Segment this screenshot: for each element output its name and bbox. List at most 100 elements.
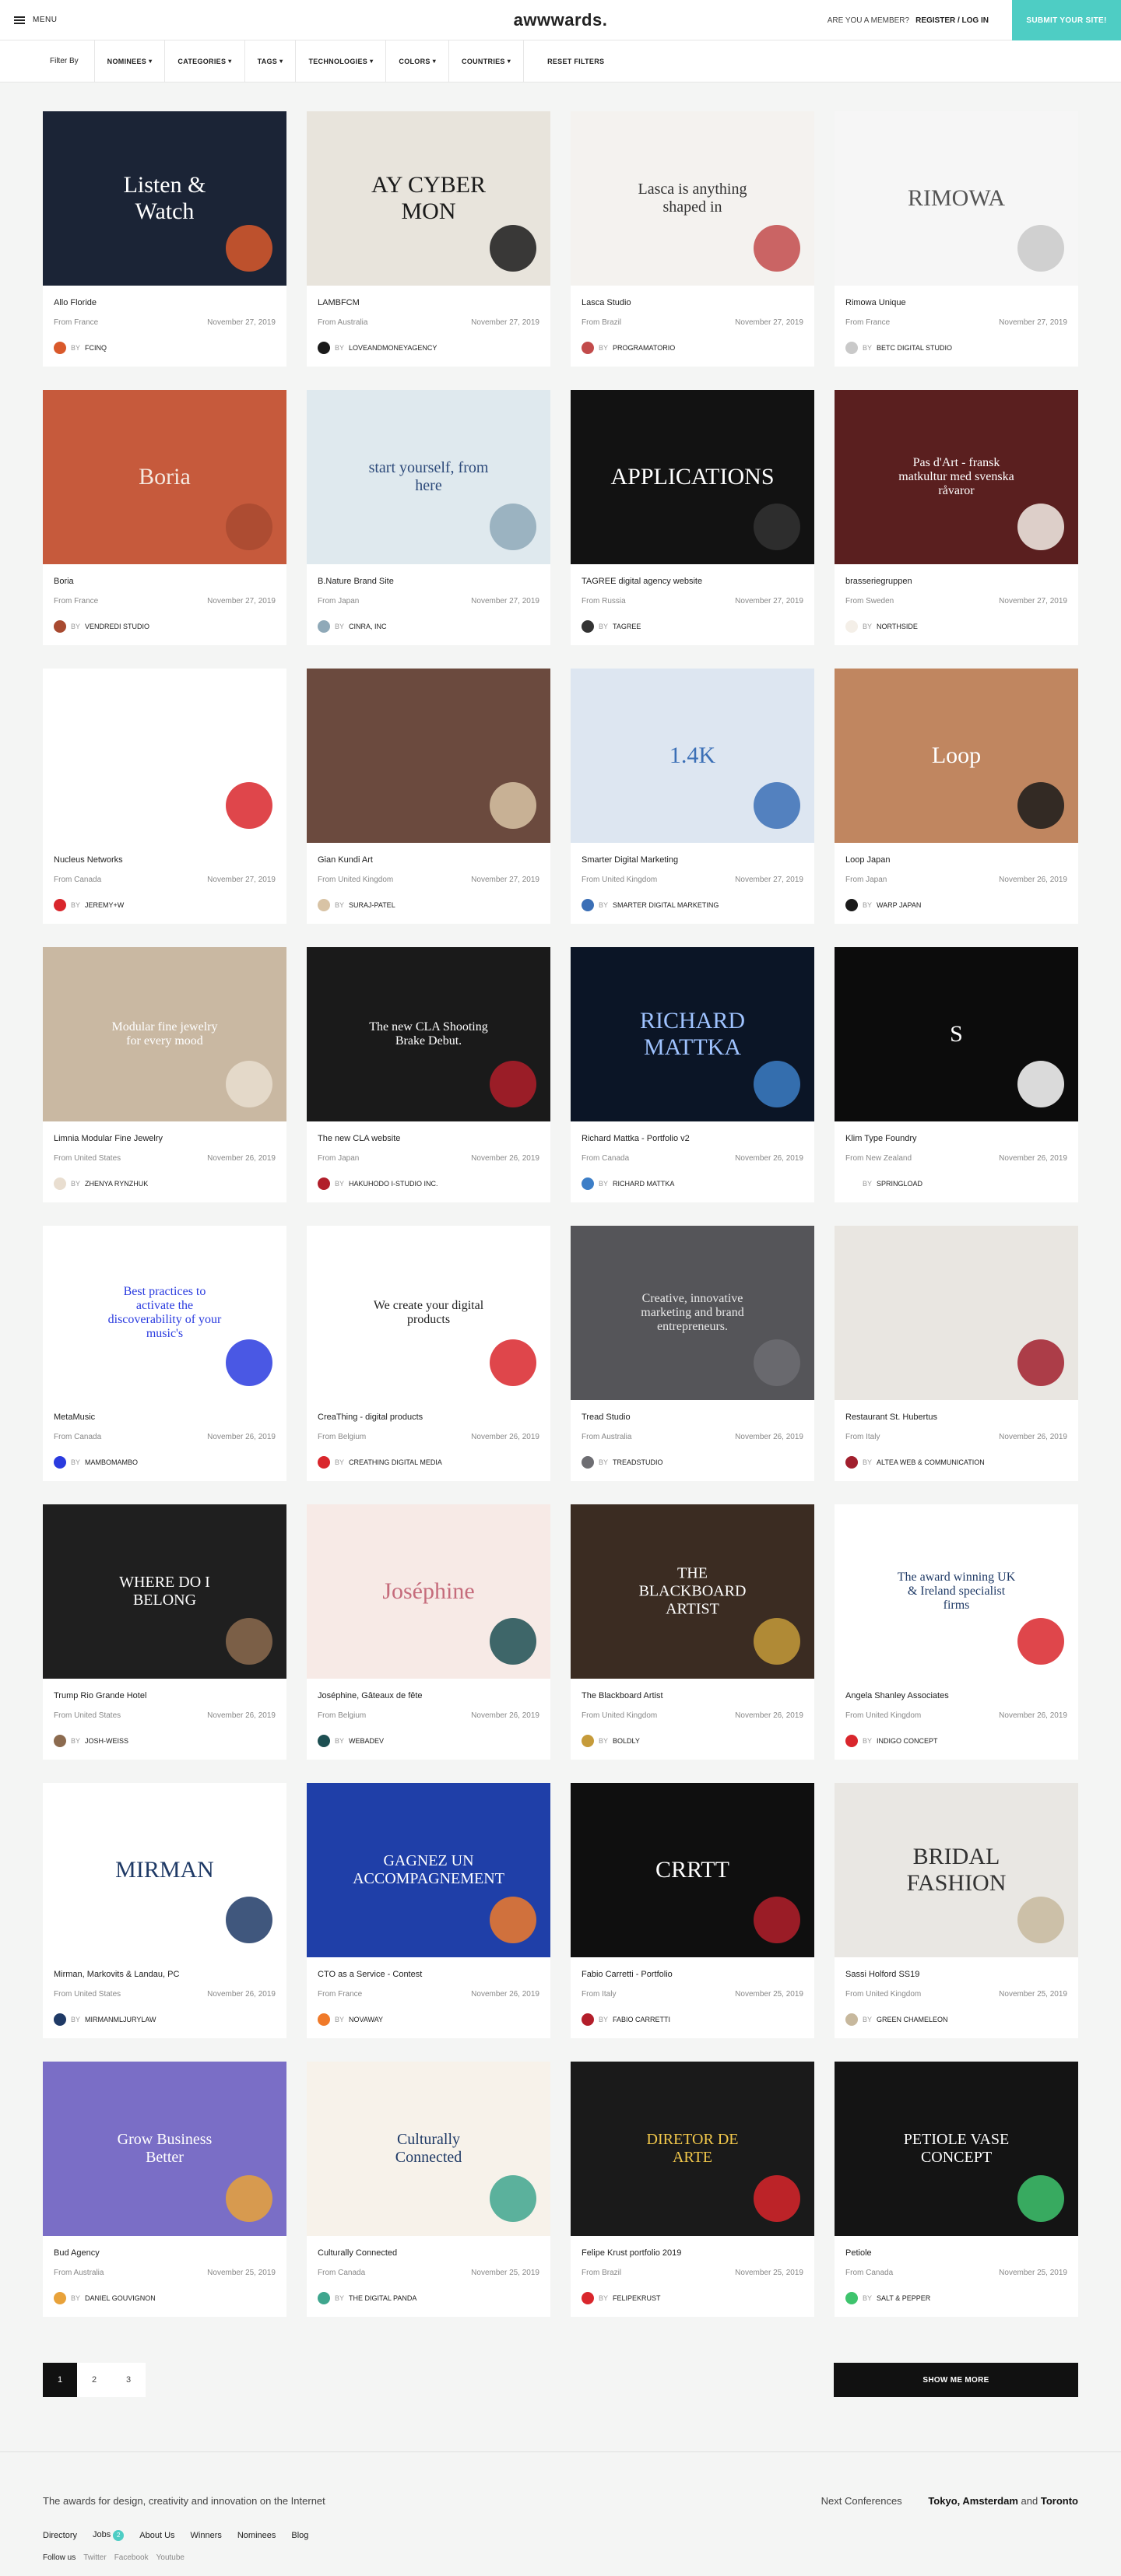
conference-cities-link[interactable]: Tokyo, Amsterdam: [928, 2495, 1018, 2507]
footer-link-blog[interactable]: Blog: [291, 2531, 308, 2540]
site-card[interactable]: AY CYBER MON LAMBFCM From Australia Novembe…: [307, 111, 550, 367]
site-card[interactable]: BRIDAL FASHION Sassi Holford SS19 From Uni…: [835, 1783, 1078, 2038]
site-thumbnail[interactable]: RIMOWA: [835, 111, 1078, 286]
site-title[interactable]: Trump Rio Grande Hotel: [54, 1691, 276, 1700]
site-author[interactable]: BY PROGRAMATORIO: [582, 342, 803, 354]
footer-link-directory[interactable]: Directory: [43, 2531, 77, 2540]
site-card[interactable]: PETIOLE VASE CONCEPT Petiole From Canada No…: [835, 2062, 1078, 2317]
site-title[interactable]: Nucleus Networks: [54, 855, 276, 865]
site-card[interactable]: WHERE DO I BELONG Trump Rio Grande Hotel F…: [43, 1504, 286, 1760]
site-thumbnail[interactable]: start yourself, from here: [307, 390, 550, 564]
social-link-youtube[interactable]: Youtube: [156, 2553, 184, 2562]
site-thumbnail[interactable]: Creative, innovative marketing and brand…: [571, 1226, 814, 1400]
site-card[interactable]: DIRETOR DE ARTE Felipe Krust portfolio 20…: [571, 2062, 814, 2317]
site-title[interactable]: The Blackboard Artist: [582, 1691, 803, 1700]
site-card[interactable]: RICHARD MATTKA Richard Mattka - Portfolio…: [571, 947, 814, 1202]
site-thumbnail[interactable]: We create your digital products: [307, 1226, 550, 1400]
site-thumbnail[interactable]: PETIOLE VASE CONCEPT: [835, 2062, 1078, 2236]
site-author[interactable]: BY GREEN CHAMELEON: [845, 2013, 1067, 2026]
site-thumbnail[interactable]: Pas d'Art - fransk matkultur med svenska…: [835, 390, 1078, 564]
site-thumbnail[interactable]: Boria: [43, 390, 286, 564]
site-title[interactable]: Allo Floride: [54, 298, 276, 307]
site-thumbnail[interactable]: APPLICATIONS: [571, 390, 814, 564]
site-thumbnail[interactable]: GAGNEZ UN ACCOMPAGNEMENT: [307, 1783, 550, 1957]
site-thumbnail[interactable]: CRRTT: [571, 1783, 814, 1957]
site-title[interactable]: Loop Japan: [845, 855, 1067, 865]
site-card[interactable]: Gian Kundi Art From United Kingdom Novembe…: [307, 669, 550, 924]
site-card[interactable]: Loop Loop Japan From Japan November 26, 201…: [835, 669, 1078, 924]
site-card[interactable]: THE BLACKBOARD ARTIST The Blackboard Arti…: [571, 1504, 814, 1760]
site-title[interactable]: Sassi Holford SS19: [845, 1970, 1067, 1979]
site-author[interactable]: BY LOVEANDMONEYAGENCY: [318, 342, 539, 354]
site-author[interactable]: BY ZHENYA RYNZHUK: [54, 1177, 276, 1190]
site-title[interactable]: Mirman, Markovits & Landau, PC: [54, 1970, 276, 1979]
site-thumbnail[interactable]: Loop: [835, 669, 1078, 843]
site-thumbnail[interactable]: Best practices to activate the discovera…: [43, 1226, 286, 1400]
site-card[interactable]: The award winning UK & Ireland specialis…: [835, 1504, 1078, 1760]
site-title[interactable]: Gian Kundi Art: [318, 855, 539, 865]
site-title[interactable]: Felipe Krust portfolio 2019: [582, 2248, 803, 2258]
site-author[interactable]: BY THE DIGITAL PANDA: [318, 2292, 539, 2304]
site-thumbnail[interactable]: The award winning UK & Ireland specialis…: [835, 1504, 1078, 1679]
site-card[interactable]: MIRMAN Mirman, Markovits & Landau, PC From…: [43, 1783, 286, 2038]
site-card[interactable]: Nucleus Networks From Canada November 27, …: [43, 669, 286, 924]
site-title[interactable]: Bud Agency: [54, 2248, 276, 2258]
site-title[interactable]: Petiole: [845, 2248, 1067, 2258]
site-thumbnail[interactable]: [835, 1226, 1078, 1400]
site-title[interactable]: B.Nature Brand Site: [318, 577, 539, 586]
site-title[interactable]: CTO as a Service - Contest: [318, 1970, 539, 1979]
site-title[interactable]: CreaThing - digital products: [318, 1413, 539, 1422]
social-link-twitter[interactable]: Twitter: [83, 2553, 106, 2562]
site-title[interactable]: Joséphine, Gâteaux de fête: [318, 1691, 539, 1700]
site-author[interactable]: BY BETC DIGITAL STUDIO: [845, 342, 1067, 354]
footer-link-about-us[interactable]: About Us: [139, 2531, 174, 2540]
site-title[interactable]: LAMBFCM: [318, 298, 539, 307]
site-thumbnail[interactable]: Grow Business Better: [43, 2062, 286, 2236]
site-title[interactable]: Angela Shanley Associates: [845, 1691, 1067, 1700]
filter-colors[interactable]: COLORS ▾: [385, 40, 448, 82]
site-card[interactable]: The new CLA Shooting Brake Debut. The new…: [307, 947, 550, 1202]
filter-tags[interactable]: TAGS ▾: [244, 40, 296, 82]
site-card[interactable]: start yourself, from here B.Nature Brand …: [307, 390, 550, 645]
submit-site-button[interactable]: SUBMIT YOUR SITE!: [1012, 0, 1121, 40]
filter-technologies[interactable]: TECHNOLOGIES ▾: [295, 40, 385, 82]
footer-link-winners[interactable]: Winners: [191, 2531, 222, 2540]
site-thumbnail[interactable]: S: [835, 947, 1078, 1121]
site-card[interactable]: Listen & Watch Allo Floride From France Nov…: [43, 111, 286, 367]
site-card[interactable]: S Klim Type Foundry From New Zealand Novemb…: [835, 947, 1078, 1202]
filter-categories[interactable]: CATEGORIES ▾: [164, 40, 244, 82]
site-author[interactable]: BY SALT & PEPPER: [845, 2292, 1067, 2304]
site-author[interactable]: BY HAKUHODO I-STUDIO INC.: [318, 1177, 539, 1190]
site-thumbnail[interactable]: Modular fine jewelry for every mood: [43, 947, 286, 1121]
site-card[interactable]: RIMOWA Rimowa Unique From France November 2…: [835, 111, 1078, 367]
site-title[interactable]: Richard Mattka - Portfolio v2: [582, 1134, 803, 1143]
site-author[interactable]: BY CREATHING DIGITAL MEDIA: [318, 1456, 539, 1469]
site-author[interactable]: BY SMARTER DIGITAL MARKETING: [582, 899, 803, 911]
show-more-button[interactable]: SHOW ME MORE: [834, 2363, 1078, 2397]
site-author[interactable]: BY JEREMY+W: [54, 899, 276, 911]
site-author[interactable]: BY FCINQ: [54, 342, 276, 354]
site-title[interactable]: Tread Studio: [582, 1413, 803, 1422]
site-author[interactable]: BY FELIPEKRUST: [582, 2292, 803, 2304]
site-thumbnail[interactable]: Lasca is anything shaped in: [571, 111, 814, 286]
site-author[interactable]: BY VENDREDI STUDIO: [54, 620, 276, 633]
site-title[interactable]: Rimowa Unique: [845, 298, 1067, 307]
site-card[interactable]: Culturally Connected Culturally Connected…: [307, 2062, 550, 2317]
site-thumbnail[interactable]: DIRETOR DE ARTE: [571, 2062, 814, 2236]
site-card[interactable]: Lasca is anything shaped in Lasca Studio F…: [571, 111, 814, 367]
site-title[interactable]: Boria: [54, 577, 276, 586]
site-card[interactable]: Pas d'Art - fransk matkultur med svenska…: [835, 390, 1078, 645]
site-author[interactable]: BY CINRA, INC: [318, 620, 539, 633]
site-title[interactable]: Limnia Modular Fine Jewelry: [54, 1134, 276, 1143]
site-title[interactable]: Klim Type Foundry: [845, 1134, 1067, 1143]
site-author[interactable]: BY NOVAWAY: [318, 2013, 539, 2026]
site-thumbnail[interactable]: THE BLACKBOARD ARTIST: [571, 1504, 814, 1679]
page-1-button[interactable]: 1: [43, 2363, 77, 2397]
site-author[interactable]: BY NORTHSIDE: [845, 620, 1067, 633]
site-thumbnail[interactable]: The new CLA Shooting Brake Debut.: [307, 947, 550, 1121]
site-thumbnail[interactable]: AY CYBER MON: [307, 111, 550, 286]
site-title[interactable]: Smarter Digital Marketing: [582, 855, 803, 865]
social-link-facebook[interactable]: Facebook: [114, 2553, 149, 2562]
conference-toronto-link[interactable]: Toronto: [1041, 2495, 1078, 2507]
site-title[interactable]: MetaMusic: [54, 1413, 276, 1422]
